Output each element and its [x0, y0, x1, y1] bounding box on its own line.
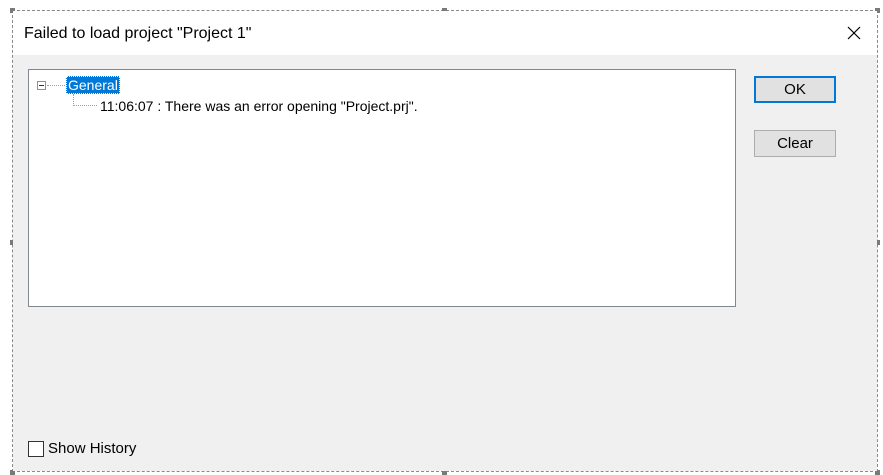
- title-bar[interactable]: Failed to load project "Project 1": [13, 11, 877, 55]
- show-history-checkbox[interactable]: [28, 440, 44, 457]
- tree-connector: [73, 105, 97, 106]
- log-tree-view[interactable]: General 11:06:07 : There was an error op…: [28, 69, 736, 307]
- close-button[interactable]: [831, 11, 877, 55]
- collapse-toggle-icon[interactable]: [37, 81, 46, 90]
- ok-button[interactable]: OK: [754, 76, 836, 103]
- show-history-option[interactable]: Show History: [28, 440, 136, 457]
- clear-button[interactable]: Clear: [754, 130, 836, 157]
- dialog-body: General 11:06:07 : There was an error op…: [13, 55, 877, 471]
- error-dialog: Failed to load project "Project 1" Gener…: [0, 0, 883, 475]
- window-title: Failed to load project "Project 1": [24, 25, 252, 42]
- tree-node-error-message[interactable]: 11:06:07 : There was an error opening "P…: [100, 97, 418, 115]
- close-icon: [847, 26, 861, 40]
- show-history-label[interactable]: Show History: [48, 440, 136, 457]
- tree-node-general[interactable]: General: [66, 76, 120, 94]
- tree-connector: [47, 85, 65, 86]
